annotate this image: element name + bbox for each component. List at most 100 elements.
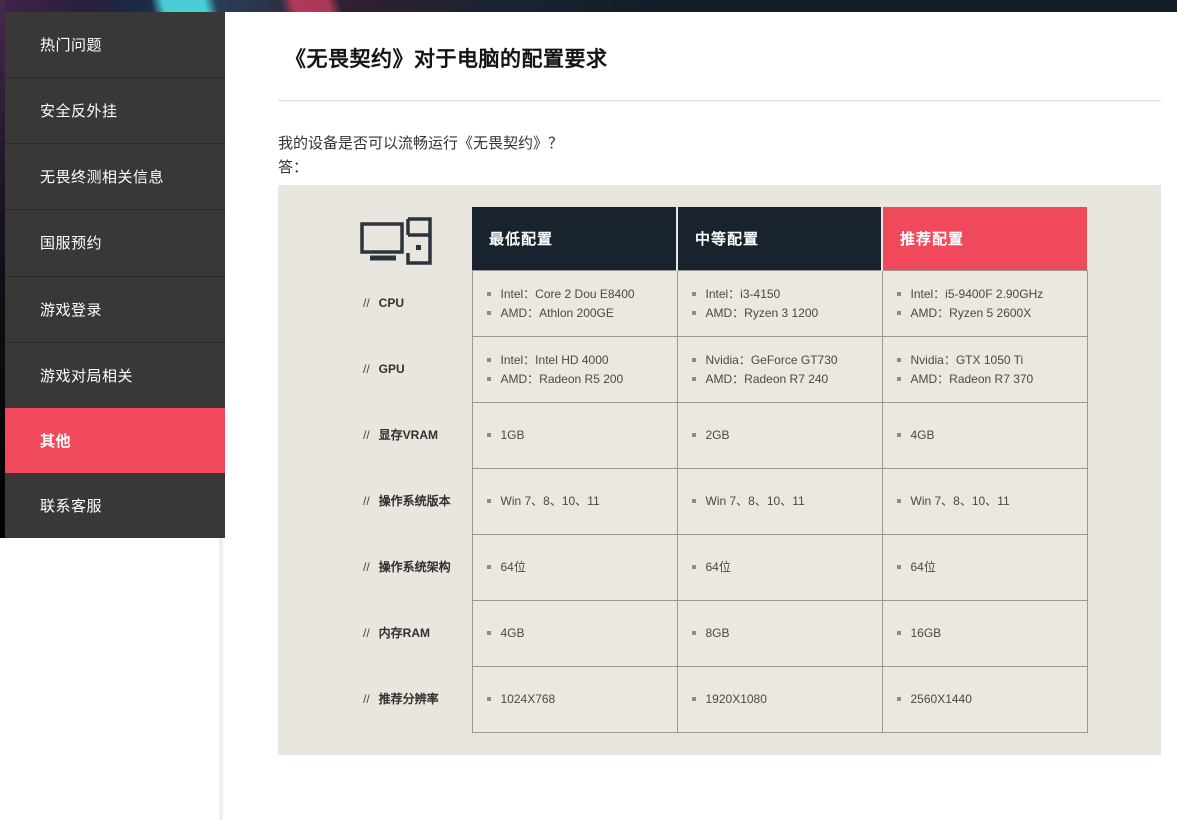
- spec-text: Nvidia：GeForce GT730: [706, 352, 838, 368]
- spec-item: Intel：i3-4150: [692, 286, 874, 302]
- column-header-medium: 中等配置: [677, 207, 882, 270]
- divider: [278, 100, 1161, 101]
- bullet-square-icon: [897, 697, 901, 701]
- spec-text: 2GB: [706, 427, 730, 443]
- bullet-square-icon: [487, 292, 491, 296]
- article-area: 《无畏契约》对于电脑的配置要求 我的设备是否可以流畅运行《无畏契约》？ 答：: [225, 12, 1177, 820]
- bullet-square-icon: [487, 499, 491, 503]
- row-label-prefix: //: [363, 692, 370, 706]
- spec-item: 4GB: [897, 427, 1079, 443]
- sidebar-item-anti-cheat[interactable]: 安全反外挂: [5, 77, 225, 143]
- sidebar-item-label: 游戏登录: [40, 299, 102, 320]
- spec-text: Nvidia：GTX 1050 Ti: [911, 352, 1024, 368]
- table-row-os-arch: //操作系统架构64位64位64位: [278, 534, 1087, 600]
- spec-item: Win 7、8、10、11: [897, 493, 1079, 509]
- spec-cell: Win 7、8、10、11: [677, 468, 882, 534]
- bullet-square-icon: [487, 433, 491, 437]
- page-title: 《无畏契约》对于电脑的配置要求: [285, 43, 608, 73]
- row-label-prefix: //: [363, 428, 370, 442]
- table-row-resolution: //推荐分辨率1024X7681920X10802560X1440: [278, 666, 1087, 732]
- bullet-square-icon: [487, 697, 491, 701]
- row-label-gpu: //GPU: [278, 336, 472, 402]
- sidebar-item-final-test-info[interactable]: 无畏终测相关信息: [5, 143, 225, 209]
- bullet-square-icon: [692, 631, 696, 635]
- spec-item: AMD：Athlon 200GE: [487, 305, 669, 321]
- sidebar-item-label: 热门问题: [40, 34, 102, 55]
- sidebar-item-cn-server-preorder[interactable]: 国服预约: [5, 209, 225, 275]
- spec-text: 2560X1440: [911, 691, 972, 707]
- spec-text: 1920X1080: [706, 691, 767, 707]
- requirements-table: 最低配置中等配置推荐配置 // CPU Intel：Core 2 Dou E8400…: [278, 207, 1088, 733]
- spec-text: 8GB: [706, 625, 730, 641]
- spec-item: 1GB: [487, 427, 669, 443]
- spec-item: 2560X1440: [897, 691, 1079, 707]
- spec-item: 8GB: [692, 625, 874, 641]
- row-label-prefix: //: [363, 494, 370, 508]
- spec-text: 4GB: [501, 625, 525, 641]
- bullet-square-icon: [487, 377, 491, 381]
- spec-item: Intel：Core 2 Dou E8400: [487, 286, 669, 302]
- column-header-recommended: 推荐配置: [882, 207, 1087, 270]
- spec-cell: Win 7、8、10、11: [882, 468, 1087, 534]
- spec-text: Win 7、8、10、11: [911, 493, 1010, 509]
- spec-item: AMD：Radeon R5 200: [487, 371, 669, 387]
- sidebar-item-game-match[interactable]: 游戏对局相关: [5, 342, 225, 408]
- row-label-text: 操作系统版本: [379, 494, 451, 508]
- spec-cell: 2560X1440: [882, 666, 1087, 732]
- spec-text: AMD：Radeon R7 240: [706, 371, 829, 387]
- spec-item: Intel：i5-9400F 2.90GHz: [897, 286, 1079, 302]
- row-label-prefix: //: [363, 296, 370, 310]
- banner-artwork: [0, 0, 1177, 12]
- bullet-square-icon: [692, 433, 696, 437]
- spec-cell: Intel：i5-9400F 2.90GHzAMD：Ryzen 5 2600X: [882, 270, 1087, 336]
- spec-cell: 64位: [677, 534, 882, 600]
- sidebar-item-others[interactable]: 其他: [5, 408, 225, 473]
- row-label-os-version: // 操作系统版本: [278, 468, 472, 534]
- row-label-os-arch: //操作系统架构: [278, 534, 472, 600]
- spec-text: 64位: [501, 559, 526, 575]
- bullet-square-icon: [897, 631, 901, 635]
- row-label-cpu: // CPU: [278, 270, 472, 336]
- row-label-text: CPU: [379, 296, 404, 310]
- spec-cell: Intel：Intel HD 4000AMD：Radeon R5 200: [472, 336, 677, 402]
- spec-cell: 1GB: [472, 402, 677, 468]
- spec-cell: Nvidia：GTX 1050 Ti AMD：Radeon R7 370: [882, 336, 1087, 402]
- row-label-ram: //内存RAM: [278, 600, 472, 666]
- spec-cell: Intel：i3-4150 AMD：Ryzen 3 1200: [677, 270, 882, 336]
- bullet-square-icon: [487, 565, 491, 569]
- bullet-square-icon: [692, 697, 696, 701]
- spec-cell: 64位: [882, 534, 1087, 600]
- spec-item: 4GB: [487, 625, 669, 641]
- spec-cell: 16GB: [882, 600, 1087, 666]
- spec-text: 4GB: [911, 427, 935, 443]
- requirements-panel: 最低配置中等配置推荐配置 // CPU Intel：Core 2 Dou E8400…: [278, 185, 1161, 755]
- spec-text: 16GB: [911, 625, 942, 641]
- spec-item: Nvidia：GTX 1050 Ti: [897, 352, 1079, 368]
- sidebar-item-label: 游戏对局相关: [40, 365, 133, 386]
- spec-item: AMD：Radeon R7 370: [897, 371, 1079, 387]
- sidebar-item-contact-support[interactable]: 联系客服: [5, 473, 225, 538]
- sidebar-item-label: 无畏终测相关信息: [40, 166, 164, 187]
- sidebar-item-hot-questions[interactable]: 热门问题: [5, 12, 225, 77]
- bullet-square-icon: [692, 565, 696, 569]
- sidebar-item-label: 安全反外挂: [40, 100, 118, 121]
- spec-cell: 8GB: [677, 600, 882, 666]
- bullet-square-icon: [487, 311, 491, 315]
- spec-text: Win 7、8、10、11: [706, 493, 805, 509]
- spec-cell: 2GB: [677, 402, 882, 468]
- sidebar-item-label: 其他: [40, 430, 71, 451]
- sidebar-item-label: 联系客服: [40, 495, 102, 516]
- spec-item: AMD：Ryzen 3 1200: [692, 305, 874, 321]
- row-label-text: GPU: [379, 362, 405, 376]
- faq-sidebar: 热门问题安全反外挂无畏终测相关信息国服预约游戏登录游戏对局相关其他联系客服: [5, 12, 225, 538]
- column-header-minimum: 最低配置: [472, 207, 677, 270]
- spec-text: Intel：i5-9400F 2.90GHz: [911, 286, 1044, 302]
- table-row-os-version: // 操作系统版本 Win 7、8、10、11 Win 7、8、10、11 Win 7、…: [278, 468, 1087, 534]
- row-label-prefix: //: [363, 626, 370, 640]
- spec-cell: 4GB: [472, 600, 677, 666]
- spec-text: Win 7、8、10、11: [501, 493, 600, 509]
- bullet-square-icon: [897, 358, 901, 362]
- bullet-square-icon: [692, 292, 696, 296]
- spec-text: 1GB: [501, 427, 525, 443]
- sidebar-item-game-login[interactable]: 游戏登录: [5, 276, 225, 342]
